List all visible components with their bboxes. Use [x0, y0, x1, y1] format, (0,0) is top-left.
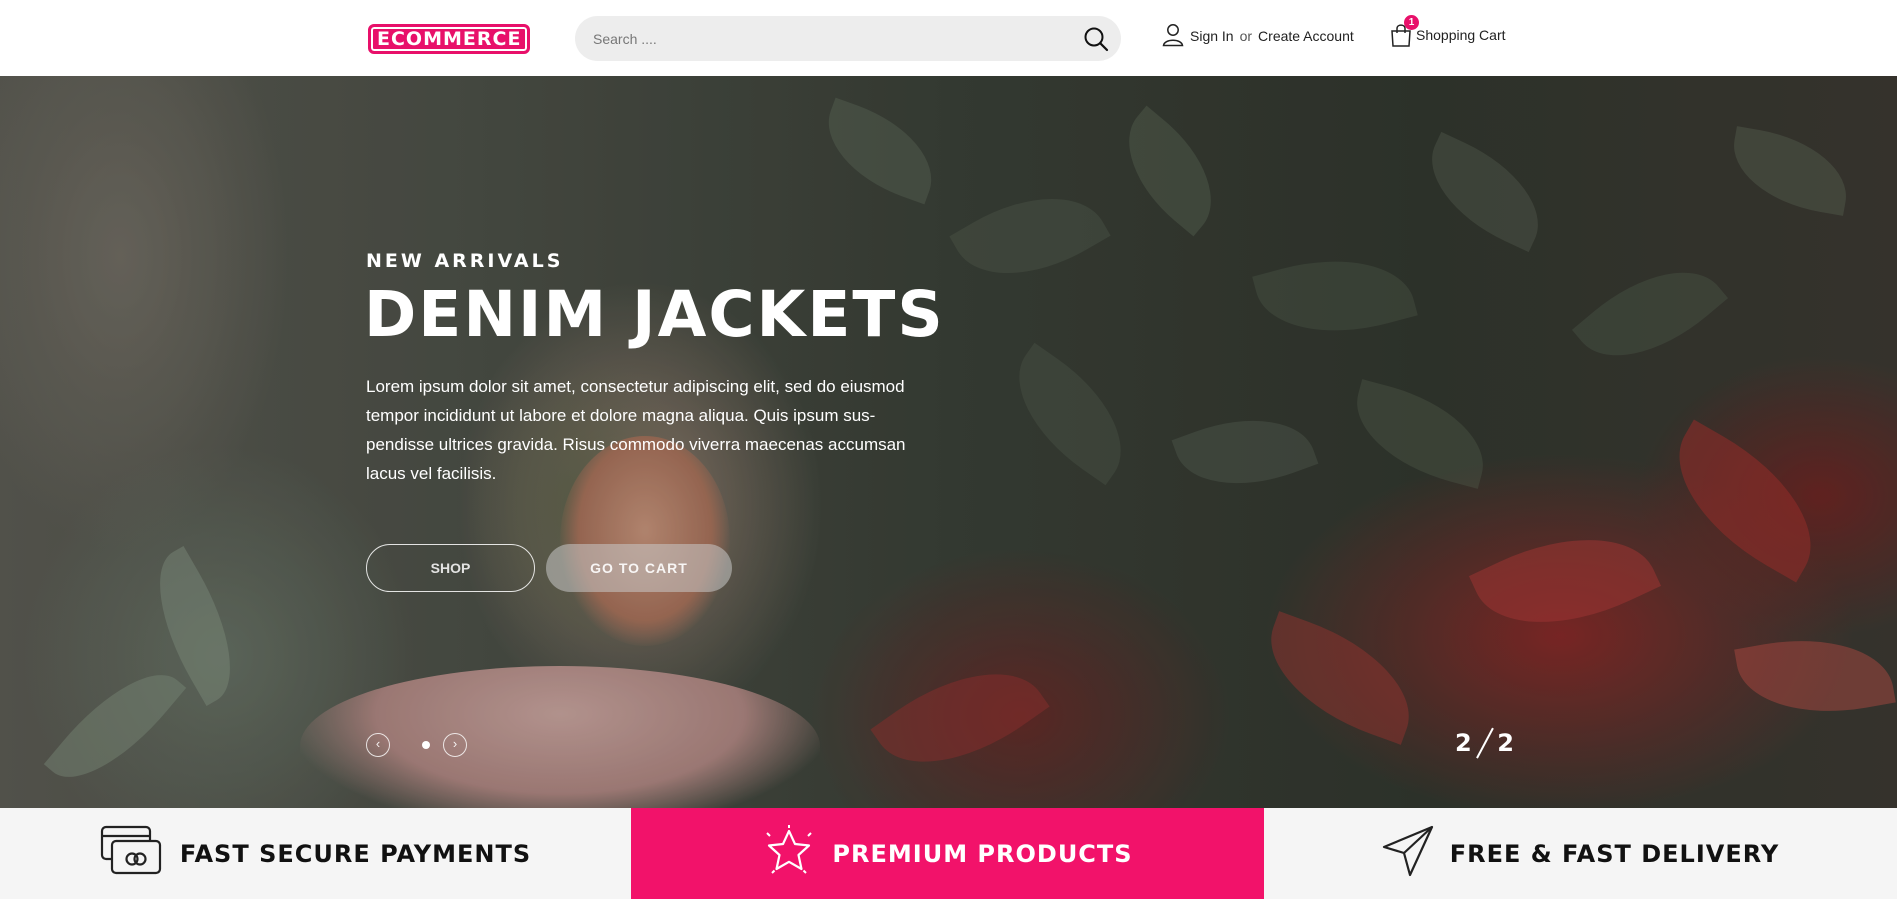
cart-count-badge: 1: [1404, 15, 1419, 30]
features-bar: FAST SECURE PAYMENTS PREMIUM PRODUCTS FR…: [0, 808, 1897, 899]
hero-title: DENIM JACKETS: [364, 278, 945, 351]
credit-card-icon: [100, 825, 164, 882]
or-separator: or: [1239, 28, 1253, 44]
account-links: Sign In or Create Account: [1162, 22, 1354, 50]
slide-current: 2: [1455, 729, 1472, 757]
chevron-right-icon[interactable]: ›: [443, 733, 467, 757]
user-icon[interactable]: [1162, 23, 1184, 50]
slide-total: 2: [1497, 729, 1514, 757]
search-input[interactable]: [593, 16, 1063, 61]
go-to-cart-button[interactable]: GO TO CART: [546, 544, 732, 592]
paper-plane-icon: [1382, 825, 1434, 882]
feature-free-delivery: FREE & FAST DELIVERY: [1264, 808, 1897, 899]
feature-label: FAST SECURE PAYMENTS: [179, 839, 532, 868]
slide-separator: [1475, 727, 1494, 759]
hero-slider: NEW ARRIVALS DENIM JACKETS Lorem ipsum d…: [0, 76, 1897, 808]
hero-description: Lorem ipsum dolor sit amet, consectetur …: [366, 377, 906, 483]
feature-premium-products: PREMIUM PRODUCTS: [631, 808, 1264, 899]
search-bar: [575, 16, 1121, 61]
feature-secure-payments: FAST SECURE PAYMENTS: [0, 808, 631, 899]
shop-button[interactable]: SHOP: [366, 544, 535, 592]
search-icon[interactable]: [1083, 26, 1109, 52]
star-icon: [762, 825, 816, 882]
feature-label: PREMIUM PRODUCTS: [832, 839, 1133, 868]
shopping-cart[interactable]: 1 Shopping Cart: [1390, 15, 1506, 50]
hero-eyebrow: NEW ARRIVALS: [366, 250, 564, 272]
shopping-cart-label[interactable]: Shopping Cart: [1416, 27, 1506, 43]
slide-counter: 2 2: [1455, 726, 1514, 760]
site-logo[interactable]: ECOMMERCE: [368, 24, 531, 54]
slider-dot[interactable]: [422, 741, 430, 749]
shopping-bag-icon[interactable]: 1: [1390, 15, 1419, 47]
sign-in-link[interactable]: Sign In: [1190, 28, 1234, 44]
create-account-link[interactable]: Create Account: [1258, 28, 1354, 44]
chevron-left-icon[interactable]: ‹: [366, 733, 390, 757]
site-header: ECOMMERCE Sign In or Create Account 1: [0, 0, 1897, 76]
feature-label: FREE & FAST DELIVERY: [1449, 839, 1780, 868]
